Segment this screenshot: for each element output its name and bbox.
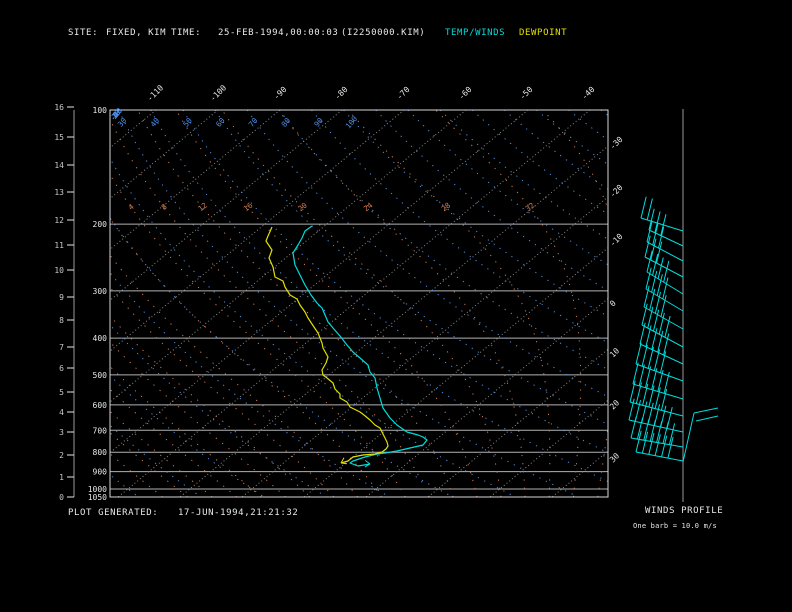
svg-text:-10: -10 bbox=[608, 232, 625, 249]
svg-text:900: 900 bbox=[93, 468, 108, 477]
isotherms bbox=[110, 110, 608, 497]
svg-text:-90: -90 bbox=[272, 85, 289, 102]
svg-text:0: 0 bbox=[59, 493, 64, 502]
svg-text:400: 400 bbox=[93, 334, 108, 343]
svg-text:-30: -30 bbox=[608, 135, 625, 152]
svg-text:10: 10 bbox=[54, 266, 64, 275]
svg-text:12: 12 bbox=[54, 216, 64, 225]
svg-text:15: 15 bbox=[54, 133, 64, 142]
svg-text:8: 8 bbox=[160, 202, 169, 212]
svg-text:-50: -50 bbox=[518, 85, 535, 102]
svg-text:100: 100 bbox=[344, 114, 360, 131]
moist-adiabats bbox=[110, 110, 608, 497]
winds-profile-title: WINDS PROFILE bbox=[645, 506, 724, 516]
svg-text:4: 4 bbox=[59, 408, 64, 417]
svg-text:7: 7 bbox=[59, 343, 64, 352]
plot-generated-time: 17-JUN-1994,21:21:32 bbox=[178, 508, 299, 518]
isotherm-labels-top: -110 -100 -90 -80 -70 -60 -50 -40 bbox=[145, 83, 596, 103]
svg-text:24: 24 bbox=[362, 200, 375, 213]
dewpoint-trace bbox=[265, 226, 389, 465]
temp-trace bbox=[292, 225, 428, 468]
svg-text:4: 4 bbox=[127, 202, 136, 212]
svg-text:16: 16 bbox=[54, 103, 64, 112]
svg-text:1: 1 bbox=[59, 473, 64, 482]
svg-text:20: 20 bbox=[608, 398, 621, 411]
surface-wind-barb bbox=[682, 407, 719, 463]
pressure-labels: 10020030040050060070080090010001050 bbox=[88, 106, 107, 502]
svg-text:50: 50 bbox=[181, 116, 194, 129]
svg-text:2: 2 bbox=[59, 451, 64, 460]
svg-text:-80: -80 bbox=[333, 85, 350, 102]
svg-text:60: 60 bbox=[214, 116, 227, 129]
svg-text:300: 300 bbox=[93, 287, 108, 296]
svg-text:70: 70 bbox=[247, 116, 260, 129]
wind-barbs bbox=[628, 196, 684, 462]
svg-text:16: 16 bbox=[242, 200, 255, 213]
winds-profile-scale: One barb = 10.0 m/s bbox=[633, 522, 717, 530]
svg-text:8: 8 bbox=[59, 316, 64, 325]
plot-box bbox=[109, 109, 609, 498]
svg-text:600: 600 bbox=[93, 401, 108, 410]
height-axis: 161514131211109876543210 bbox=[54, 103, 75, 502]
svg-text:11: 11 bbox=[54, 241, 64, 250]
svg-text:32: 32 bbox=[524, 201, 537, 214]
svg-text:-100: -100 bbox=[208, 83, 228, 103]
svg-text:0: 0 bbox=[608, 299, 618, 309]
svg-text:10: 10 bbox=[608, 346, 621, 359]
svg-text:80: 80 bbox=[280, 116, 293, 129]
svg-text:700: 700 bbox=[93, 426, 108, 435]
moist-adiabat-labels: 4 8 12 16 20 24 28 32 bbox=[127, 200, 537, 213]
svg-text:28: 28 bbox=[440, 200, 453, 213]
svg-text:1050: 1050 bbox=[88, 493, 107, 502]
svg-text:-60: -60 bbox=[457, 85, 474, 102]
skewt-screen: SITE: FIXED, KIM TIME: 25-FEB-1994,00:00… bbox=[0, 0, 792, 612]
svg-text:40: 40 bbox=[149, 116, 162, 129]
isotherm-labels-right: -30 -20 -10 0 10 20 30 bbox=[608, 135, 625, 465]
svg-text:800: 800 bbox=[93, 448, 108, 457]
svg-text:13: 13 bbox=[54, 188, 64, 197]
svg-text:20: 20 bbox=[296, 200, 309, 213]
dry-adiabats bbox=[110, 110, 608, 497]
svg-text:9: 9 bbox=[59, 293, 64, 302]
svg-text:3: 3 bbox=[59, 428, 64, 437]
plot-generated-label: PLOT GENERATED: bbox=[68, 508, 159, 518]
svg-text:-70: -70 bbox=[395, 85, 412, 102]
svg-text:-40: -40 bbox=[580, 85, 597, 102]
svg-text:100: 100 bbox=[93, 106, 108, 115]
svg-text:200: 200 bbox=[93, 220, 108, 229]
svg-text:6: 6 bbox=[59, 364, 64, 373]
svg-text:500: 500 bbox=[93, 371, 108, 380]
svg-text:-20: -20 bbox=[608, 183, 625, 200]
svg-text:5: 5 bbox=[59, 388, 64, 397]
svg-text:14: 14 bbox=[54, 161, 64, 170]
svg-text:30: 30 bbox=[608, 451, 621, 464]
svg-text:-110: -110 bbox=[145, 83, 165, 103]
svg-text:90: 90 bbox=[312, 116, 325, 129]
